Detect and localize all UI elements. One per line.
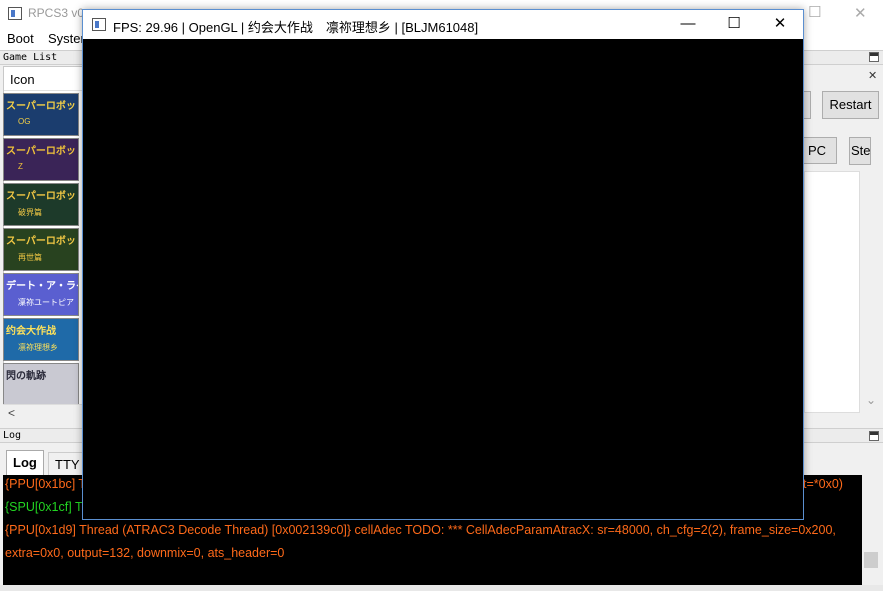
log-dock-label: Log: [3, 430, 22, 441]
step-button[interactable]: Step: [849, 137, 871, 165]
log-line: {PPU[0x1d9] Thread (ATRAC3 Decode Thread…: [5, 523, 836, 537]
debugger-vertical-scrollbar[interactable]: ⌄: [860, 171, 882, 413]
game-window-title: FPS: 29.96 | OpenGL | 约会大作战 凛祢理想乡 | [BLJ…: [113, 20, 479, 35]
debugger-disassembly-view[interactable]: [804, 171, 860, 413]
game-icon-title: スーパーロボット大戦: [6, 236, 78, 247]
game-icon-title: スーパーロボット大戦: [6, 101, 78, 112]
game-icon-title: 閃の軌跡: [6, 371, 46, 382]
log-float-icon[interactable]: [869, 431, 879, 441]
main-window-title: RPCS3 v0: [28, 6, 85, 20]
debugger-close-icon[interactable]: ✕: [868, 69, 877, 82]
rpcs3-window-icon: [92, 18, 106, 31]
game-icon-title: スーパーロボット大戦: [6, 146, 78, 157]
tab-log[interactable]: Log: [6, 450, 44, 475]
game-list-horizontal-scrollbar[interactable]: <: [3, 404, 83, 421]
super-robot-wars-z2-saisei-icon[interactable]: スーパーロボット大戦再世篇: [3, 228, 79, 271]
game-window-title-bar[interactable]: FPS: 29.96 | OpenGL | 约会大作战 凛祢理想乡 | [BLJ…: [83, 10, 803, 39]
game-icon-subtitle: 再世篇: [18, 253, 42, 262]
game-icon-subtitle: 破界篇: [18, 208, 42, 217]
game-window[interactable]: FPS: 29.96 | OpenGL | 约会大作战 凛祢理想乡 | [BLJ…: [82, 9, 804, 520]
game-icon-subtitle: OG: [18, 117, 31, 126]
main-maximize-icon[interactable]: ☐: [808, 3, 821, 21]
game-icon-title: デート・ア・ライブ: [6, 281, 78, 292]
log-scroll-thumb[interactable]: [864, 552, 878, 568]
log-line: extra=0x0, output=132, downmix=0, ats_he…: [5, 546, 285, 560]
trails-of-cold-steel-icon[interactable]: 閃の軌跡: [3, 363, 79, 406]
menu-system[interactable]: Syster: [48, 31, 85, 46]
scroll-left-icon[interactable]: <: [8, 406, 15, 420]
game-list-dock-label: Game List: [3, 52, 58, 63]
rpcs3-app-icon: [8, 7, 22, 20]
super-robot-wars-z-icon[interactable]: スーパーロボット大戦 Z: [3, 138, 79, 181]
log-line: t=*0x0): [803, 477, 843, 491]
icon-column-header[interactable]: Icon: [4, 67, 84, 91]
maximize-icon[interactable]: ☐: [711, 10, 757, 39]
super-robot-wars-z2-hakai-icon[interactable]: スーパーロボット大戦破界篇: [3, 183, 79, 226]
game-list-float-icon[interactable]: [869, 52, 879, 62]
tab-tty[interactable]: TTY: [48, 452, 87, 475]
scroll-down-icon[interactable]: ⌄: [866, 393, 876, 407]
game-icon-subtitle: 凛祢理想乡: [18, 343, 58, 352]
main-close-icon[interactable]: ✕: [854, 4, 867, 22]
game-icon-title: 约会大作战: [6, 326, 56, 337]
log-line: {SPU[0x1cf] T: [5, 500, 83, 514]
game-icon-subtitle: 凜祢ユートピア: [18, 298, 74, 307]
status-bar: [0, 585, 883, 591]
game-render-canvas[interactable]: [83, 39, 803, 519]
game-icon-title: スーパーロボット大戦: [6, 191, 78, 202]
restart-button[interactable]: Restart: [822, 91, 879, 119]
date-a-live-chinese-icon[interactable]: 约会大作战凛祢理想乡: [3, 318, 79, 361]
log-line: {PPU[0x1bc] T: [5, 477, 87, 491]
date-a-live-icon[interactable]: デート・ア・ライブ凜祢ユートピア: [3, 273, 79, 316]
log-vertical-scrollbar[interactable]: [862, 475, 880, 585]
menu-boot[interactable]: Boot: [7, 31, 34, 46]
close-icon[interactable]: ✕: [757, 10, 803, 39]
minimize-icon[interactable]: —: [665, 10, 711, 39]
game-icon-subtitle: Z: [18, 162, 23, 171]
super-robot-wars-og2-icon[interactable]: スーパーロボット大戦 OG: [3, 93, 79, 136]
